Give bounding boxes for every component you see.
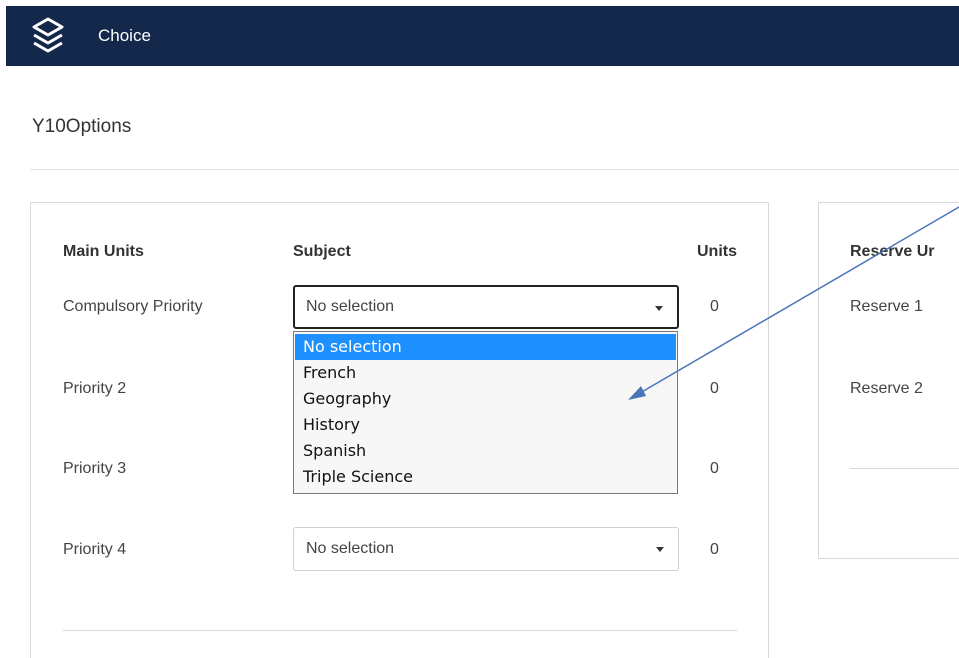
units-value-priority-3: 0 xyxy=(710,460,719,477)
dropdown-option-french[interactable]: French xyxy=(295,360,676,386)
title-divider xyxy=(30,169,959,170)
dropdown-option-no-selection[interactable]: No selection xyxy=(295,334,676,360)
select-value: No selection xyxy=(306,298,395,315)
dropdown-option-history[interactable]: History xyxy=(295,412,676,438)
main-panel-divider xyxy=(63,630,737,631)
row-label-priority-3: Priority 3 xyxy=(63,460,127,477)
layers-icon[interactable] xyxy=(30,16,66,56)
subject-select-compulsory[interactable]: No selection xyxy=(293,285,679,329)
subject-select-priority-4[interactable]: No selection xyxy=(293,527,679,571)
units-header: Units xyxy=(697,243,737,260)
reserve-units-header: Reserve Ur xyxy=(850,243,935,260)
app-title: Choice xyxy=(98,26,151,45)
dropdown-option-geography[interactable]: Geography xyxy=(295,386,676,412)
page-title: Y10Options xyxy=(32,116,132,137)
select-value: No selection xyxy=(306,540,395,557)
units-value-priority-2: 0 xyxy=(710,380,719,397)
units-value-compulsory: 0 xyxy=(710,298,719,315)
top-bar: Choice xyxy=(6,6,959,66)
dropdown-option-spanish[interactable]: Spanish xyxy=(295,438,676,464)
main-units-header: Main Units xyxy=(63,243,144,260)
row-label-compulsory: Compulsory Priority xyxy=(63,298,203,315)
row-label-reserve-2: Reserve 2 xyxy=(850,380,923,397)
row-label-priority-2: Priority 2 xyxy=(63,380,127,397)
units-value-priority-4: 0 xyxy=(710,541,719,558)
caret-down-icon xyxy=(656,547,664,552)
caret-down-icon xyxy=(655,306,663,311)
reserve-panel-divider xyxy=(850,468,959,469)
subject-dropdown-list[interactable]: No selection French Geography History Sp… xyxy=(293,331,678,494)
row-label-reserve-1: Reserve 1 xyxy=(850,298,923,315)
row-label-priority-4: Priority 4 xyxy=(63,541,127,558)
dropdown-option-triple-science[interactable]: Triple Science xyxy=(295,464,676,490)
subject-header: Subject xyxy=(293,243,351,260)
